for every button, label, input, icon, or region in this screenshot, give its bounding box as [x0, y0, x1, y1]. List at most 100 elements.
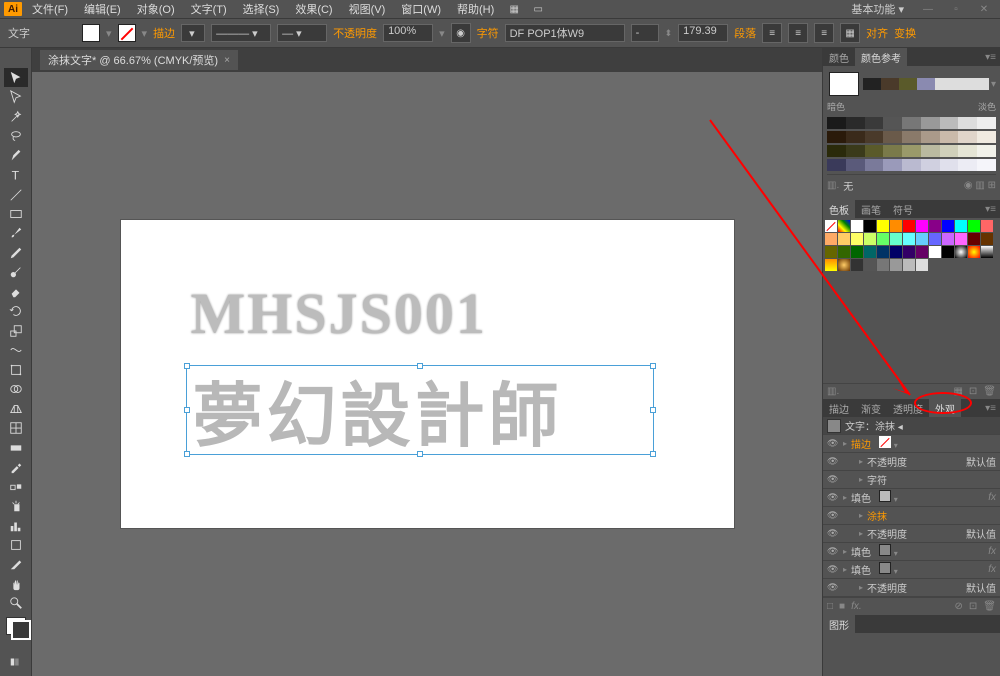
menu-edit[interactable]: 编辑(E) [78, 1, 127, 17]
swatch-lib-icon[interactable]: ▥. [827, 386, 839, 397]
type-tool[interactable]: T [4, 165, 28, 184]
row-swatch[interactable]: ▾ [879, 490, 898, 505]
panel-menu-icon[interactable]: ▾≡ [985, 204, 1000, 215]
window-maximize[interactable]: ▫ [944, 2, 968, 16]
appearance-row[interactable]: 👁▸填色 ▾fx [823, 543, 1000, 561]
tab-transparency[interactable]: 透明度 [887, 399, 929, 418]
opacity-link[interactable]: 不透明度 [333, 25, 377, 41]
hand-tool[interactable] [4, 574, 28, 593]
panel-menu-icon[interactable]: ▾≡ [985, 403, 1000, 414]
fx-indicator[interactable]: fx [988, 564, 996, 575]
document-tab[interactable]: 涂抹文字* @ 66.67% (CMYK/预览) × [40, 50, 238, 70]
appearance-row[interactable]: 👁▸填色 ▾fx [823, 489, 1000, 507]
appearance-row[interactable]: 👁▸不透明度默认值 [823, 579, 1000, 597]
canvas-text-english[interactable]: MHSJS001 [191, 280, 487, 347]
visibility-icon[interactable]: 👁 [827, 456, 839, 468]
transform-link[interactable]: 变换 [894, 25, 916, 41]
appearance-row[interactable]: 👁▸描边 ▾ [823, 435, 1000, 453]
visibility-icon[interactable]: 👁 [827, 510, 839, 522]
pencil-tool[interactable] [4, 243, 28, 262]
menu-window[interactable]: 窗口(W) [395, 1, 447, 17]
add-stroke-icon[interactable]: □ [827, 601, 833, 612]
magic-wand-tool[interactable] [4, 107, 28, 126]
mesh-tool[interactable] [4, 418, 28, 437]
recolor-icon[interactable]: ◉ [451, 23, 471, 43]
blend-tool[interactable] [4, 477, 28, 496]
blob-brush-tool[interactable] [4, 263, 28, 282]
row-swatch[interactable]: ▾ [879, 562, 898, 577]
fx-indicator[interactable]: fx [988, 492, 996, 503]
font-style[interactable]: - [631, 24, 659, 42]
align-link[interactable]: 对齐 [866, 25, 888, 41]
menu-view[interactable]: 视图(V) [343, 1, 392, 17]
paragraph-link[interactable]: 段落 [734, 25, 756, 41]
visibility-icon[interactable]: 👁 [827, 564, 839, 576]
opacity-input[interactable]: 100% [383, 24, 433, 42]
tab-gradient[interactable]: 渐变 [855, 399, 887, 418]
font-family[interactable]: DF POP1体W9 [505, 24, 625, 42]
document-tab-close[interactable]: × [224, 55, 230, 66]
fill-stroke-indicator[interactable] [6, 617, 26, 635]
scale-tool[interactable] [4, 321, 28, 340]
selection-handle[interactable] [650, 451, 656, 457]
row-swatch[interactable]: ▾ [879, 544, 898, 559]
swatch-delete-icon[interactable]: 🗑 [983, 386, 996, 397]
appearance-row[interactable]: 👁▸填色 ▾fx [823, 561, 1000, 579]
visibility-icon[interactable]: 👁 [827, 492, 839, 504]
delete-icon[interactable]: 🗑 [983, 601, 996, 612]
grid-icon[interactable]: ▦ [840, 23, 860, 43]
visibility-icon[interactable]: 👁 [827, 438, 839, 450]
align-left-icon[interactable]: ≡ [762, 23, 782, 43]
tab-stroke[interactable]: 描边 [823, 399, 855, 418]
swatch-new-icon[interactable]: ⊡ [969, 386, 977, 397]
tab-color-guide[interactable]: 颜色参考 [855, 48, 907, 67]
selection-handle[interactable] [650, 407, 656, 413]
selection-handle[interactable] [417, 363, 423, 369]
stroke-swatch[interactable] [118, 24, 136, 42]
swatches-grid[interactable] [823, 218, 1000, 273]
character-link[interactable]: 字符 [477, 25, 499, 41]
rectangle-tool[interactable] [4, 204, 28, 223]
lasso-tool[interactable] [4, 126, 28, 145]
perspective-tool[interactable] [4, 399, 28, 418]
visibility-icon[interactable]: 👁 [827, 582, 839, 594]
add-effect-icon[interactable]: fx. [851, 601, 862, 612]
color-shade-grid[interactable] [827, 117, 996, 171]
visibility-icon[interactable]: 👁 [827, 528, 839, 540]
appearance-row[interactable]: 👁▸不透明度默认值 [823, 525, 1000, 543]
tab-swatches[interactable]: 色板 [823, 200, 855, 219]
selection-handle[interactable] [184, 407, 190, 413]
visibility-icon[interactable]: 👁 [827, 546, 839, 558]
fx-indicator[interactable]: fx [988, 546, 996, 557]
align-right-icon[interactable]: ≡ [814, 23, 834, 43]
screen-icon[interactable]: ▭ [528, 0, 548, 19]
slice-tool[interactable] [4, 555, 28, 574]
panel-menu-icon[interactable]: ▾≡ [985, 52, 1000, 63]
eraser-tool[interactable] [4, 282, 28, 301]
stroke-weight[interactable]: ▾ [181, 24, 205, 42]
color-mode[interactable] [4, 653, 28, 672]
brush-def[interactable]: — ▾ [277, 24, 327, 42]
tab-appearance[interactable]: 外观 [929, 399, 961, 418]
symbol-sprayer-tool[interactable] [4, 496, 28, 515]
canvas-viewport[interactable]: MHSJS001 夢幻設計師 [32, 72, 822, 676]
visibility-icon[interactable]: 👁 [827, 474, 839, 486]
menu-select[interactable]: 选择(S) [237, 1, 286, 17]
tab-graphic-styles[interactable]: 图形 [823, 615, 855, 634]
selection-tool[interactable] [4, 68, 28, 87]
line-tool[interactable] [4, 185, 28, 204]
tab-color[interactable]: 颜色 [823, 48, 855, 67]
menu-help[interactable]: 帮助(H) [451, 1, 500, 17]
selection-handle[interactable] [650, 363, 656, 369]
tab-brushes[interactable]: 画笔 [855, 200, 887, 219]
graph-tool[interactable] [4, 516, 28, 535]
menu-type[interactable]: 文字(T) [185, 1, 233, 17]
rotate-tool[interactable] [4, 302, 28, 321]
menu-object[interactable]: 对象(O) [131, 1, 181, 17]
fill-swatch[interactable] [82, 24, 100, 42]
base-color-swatch[interactable] [829, 72, 859, 96]
stroke-profile[interactable]: ——— ▾ [211, 24, 271, 42]
duplicate-icon[interactable]: ⊡ [969, 601, 977, 612]
appearance-row[interactable]: 👁▸不透明度默认值 [823, 453, 1000, 471]
tab-symbols[interactable]: 符号 [887, 200, 919, 219]
